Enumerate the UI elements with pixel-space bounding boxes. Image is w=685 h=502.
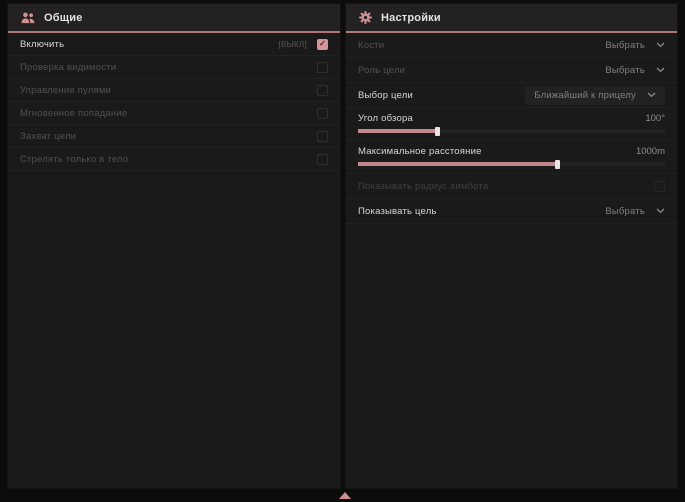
max-distance-slider[interactable] bbox=[358, 162, 665, 166]
chevron-down-icon bbox=[647, 92, 656, 98]
dropdown-value: Выбрать bbox=[605, 40, 645, 51]
show-target-dropdown[interactable]: Выбрать bbox=[605, 206, 665, 217]
row-body-only[interactable]: Стрелять только в тело bbox=[8, 148, 340, 171]
row-label: Максимальное расстояние bbox=[358, 146, 482, 157]
target-select-dropdown[interactable]: Ближайший к прицелу bbox=[525, 86, 665, 105]
instant-hit-checkbox[interactable] bbox=[317, 108, 328, 119]
panel-title: Общие bbox=[44, 12, 83, 24]
gear-icon bbox=[359, 11, 372, 24]
row-label: Управление пулями bbox=[20, 85, 317, 96]
row-max-distance: Максимальное расстояние 1000m bbox=[346, 141, 677, 174]
settings-panel: Настройки Кости Выбрать Роль цели Выбрат… bbox=[346, 4, 677, 488]
show-radius-checkbox[interactable] bbox=[654, 181, 665, 192]
row-show-radius: Показывать радиус аимбота bbox=[346, 174, 677, 199]
settings-panel-header: Настройки bbox=[346, 4, 677, 31]
target-lock-checkbox[interactable] bbox=[317, 131, 328, 142]
row-label: Стрелять только в тело bbox=[20, 154, 317, 165]
row-label: Угол обзора bbox=[358, 113, 413, 124]
users-icon bbox=[21, 12, 35, 24]
keybind-label[interactable]: [ВЫКЛ] bbox=[278, 40, 307, 49]
row-label: Проверка видимости bbox=[20, 62, 317, 73]
dropdown-value: Ближайший к прицелу bbox=[534, 90, 636, 101]
target-role-dropdown[interactable]: Выбрать bbox=[605, 65, 665, 76]
chevron-down-icon bbox=[656, 42, 665, 48]
bullet-control-checkbox[interactable] bbox=[317, 85, 328, 96]
bones-dropdown[interactable]: Выбрать bbox=[605, 40, 665, 51]
row-enable[interactable]: Включить [ВЫКЛ] bbox=[8, 33, 340, 56]
row-target-role: Роль цели Выбрать bbox=[346, 58, 677, 83]
enable-checkbox[interactable] bbox=[317, 39, 328, 50]
row-label: Показывать радиус аимбота bbox=[358, 181, 488, 192]
row-fov: Угол обзора 100° bbox=[346, 108, 677, 141]
slider-handle[interactable] bbox=[435, 127, 440, 136]
body-only-checkbox[interactable] bbox=[317, 154, 328, 165]
row-bullet-control[interactable]: Управление пулями bbox=[8, 79, 340, 102]
general-panel-header: Общие bbox=[8, 4, 340, 31]
dropdown-value: Выбрать bbox=[605, 206, 645, 217]
row-bones: Кости Выбрать bbox=[346, 33, 677, 58]
up-triangle-icon[interactable] bbox=[339, 492, 351, 499]
row-target-select: Выбор цели Ближайший к прицелу bbox=[346, 83, 677, 108]
slider-handle[interactable] bbox=[555, 160, 560, 169]
general-panel: Общие Включить [ВЫКЛ] Проверка видимости… bbox=[8, 4, 340, 488]
panel-title: Настройки bbox=[381, 12, 441, 24]
row-visibility-check[interactable]: Проверка видимости bbox=[8, 56, 340, 79]
fov-slider[interactable] bbox=[358, 129, 665, 133]
row-label: Кости bbox=[358, 40, 384, 51]
fov-value: 100° bbox=[645, 113, 665, 124]
max-distance-value: 1000m bbox=[636, 146, 665, 157]
row-label: Роль цели bbox=[358, 65, 405, 76]
row-label: Захват цели bbox=[20, 131, 317, 142]
row-label: Показывать цель bbox=[358, 206, 437, 217]
chevron-down-icon bbox=[656, 67, 665, 73]
row-label: Мгновенное попадание bbox=[20, 108, 317, 119]
dropdown-value: Выбрать bbox=[605, 65, 645, 76]
row-label: Выбор цели bbox=[358, 90, 413, 101]
chevron-down-icon bbox=[656, 208, 665, 214]
row-show-target: Показывать цель Выбрать bbox=[346, 199, 677, 224]
row-instant-hit[interactable]: Мгновенное попадание bbox=[8, 102, 340, 125]
visibility-check-checkbox[interactable] bbox=[317, 62, 328, 73]
row-target-lock[interactable]: Захват цели bbox=[8, 125, 340, 148]
row-label: Включить bbox=[20, 39, 278, 50]
